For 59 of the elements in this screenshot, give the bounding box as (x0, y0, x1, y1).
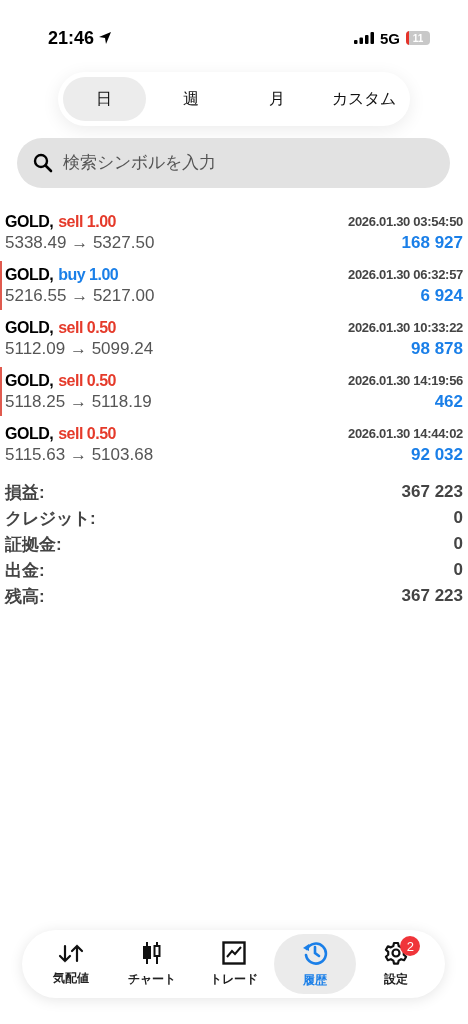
symbol-label: GOLD, (5, 318, 54, 337)
symbol-label: GOLD, (5, 212, 54, 231)
summary-value: 0 (453, 534, 463, 554)
symbol-label: GOLD, (5, 265, 54, 284)
trade-row[interactable]: GOLD, sell 0.50 2026.01.30 14:44:02 5115.63 → 5103.68 92 032 (0, 418, 468, 471)
profit-value: 98 878 (411, 338, 463, 359)
price-range: 5216.55 → 5217.00 (5, 285, 156, 306)
search-icon (33, 153, 53, 173)
price-range: 5112.09 → 5099.24 (5, 338, 155, 359)
period-tab[interactable]: 週 (149, 77, 232, 121)
summary-label: 残高: (5, 585, 45, 608)
order-type-label: sell 0.50 (58, 424, 116, 443)
summary-label: クレジット: (5, 507, 96, 530)
trade-time: 2026.01.30 14:44:02 (348, 426, 463, 441)
trade-row[interactable]: GOLD, sell 1.00 2026.01.30 03:54:50 5338.49 → 5327.50 168 927 (0, 206, 468, 259)
summary-value: 367 223 (401, 586, 463, 606)
trade-time: 2026.01.30 06:32:57 (348, 267, 463, 282)
trade-time: 2026.01.30 14:19:56 (348, 373, 463, 388)
order-type-label: sell 0.50 (58, 371, 116, 390)
order-type-label: sell 1.00 (58, 212, 116, 231)
settings-icon (384, 940, 409, 965)
trade-row[interactable]: GOLD, buy 1.00 2026.01.30 06:32:57 5216.55 → 5217.00 6 924 (0, 259, 468, 312)
symbol-label: GOLD, (5, 371, 54, 390)
summary-label: 証拠金: (5, 533, 62, 556)
trade-time: 2026.01.30 03:54:50 (348, 214, 463, 229)
period-tab[interactable]: 月 (236, 77, 319, 121)
profit-value: 92 032 (411, 444, 463, 465)
price-range: 5338.49 → 5327.50 (5, 232, 156, 253)
summary-label: 損益: (5, 481, 45, 504)
period-tab[interactable]: カスタム (322, 77, 405, 121)
summary-value: 0 (453, 560, 463, 580)
profit-value: 168 927 (401, 232, 463, 253)
location-arrow-icon (98, 31, 113, 45)
order-type-label: buy 1.00 (58, 265, 119, 284)
period-tab[interactable]: 日 (63, 77, 146, 121)
nav-tab[interactable]: チャート (111, 934, 193, 994)
clock: 21:46 (48, 27, 95, 49)
signal-icon (354, 32, 374, 44)
summary-value: 0 (453, 508, 463, 528)
candlestick-icon (141, 940, 164, 965)
summary-value: 367 223 (401, 482, 463, 502)
profit-value: 462 (434, 391, 463, 412)
search-field[interactable]: 検索シンボルを入力 (17, 138, 450, 188)
symbol-label: GOLD, (5, 424, 54, 443)
profit-value: 6 924 (420, 285, 463, 306)
nav-tab[interactable]: 気配値 (30, 934, 112, 994)
summary-label: 出金: (5, 559, 45, 582)
trade-row[interactable]: GOLD, sell 0.50 2026.01.30 10:33:22 5112.09 → 5099.24 98 878 (0, 312, 468, 365)
network-label: 5G (380, 29, 400, 47)
nav-tab[interactable]: トレード (192, 934, 275, 994)
price-range: 5118.25 → 5118.19 (5, 391, 153, 412)
notification-badge: 2 (400, 936, 421, 956)
price-range: 5115.63 → 5103.68 (5, 444, 155, 465)
order-type-label: sell 0.50 (58, 318, 116, 337)
nav-tab[interactable]: 設定 2 (355, 934, 438, 994)
line-chart-icon (221, 940, 246, 965)
trade-row[interactable]: GOLD, sell 0.50 2026.01.30 14:19:56 5118.25 → 5118.19 462 (0, 365, 468, 418)
history-icon (301, 939, 328, 966)
trade-time: 2026.01.30 10:33:22 (348, 320, 463, 335)
